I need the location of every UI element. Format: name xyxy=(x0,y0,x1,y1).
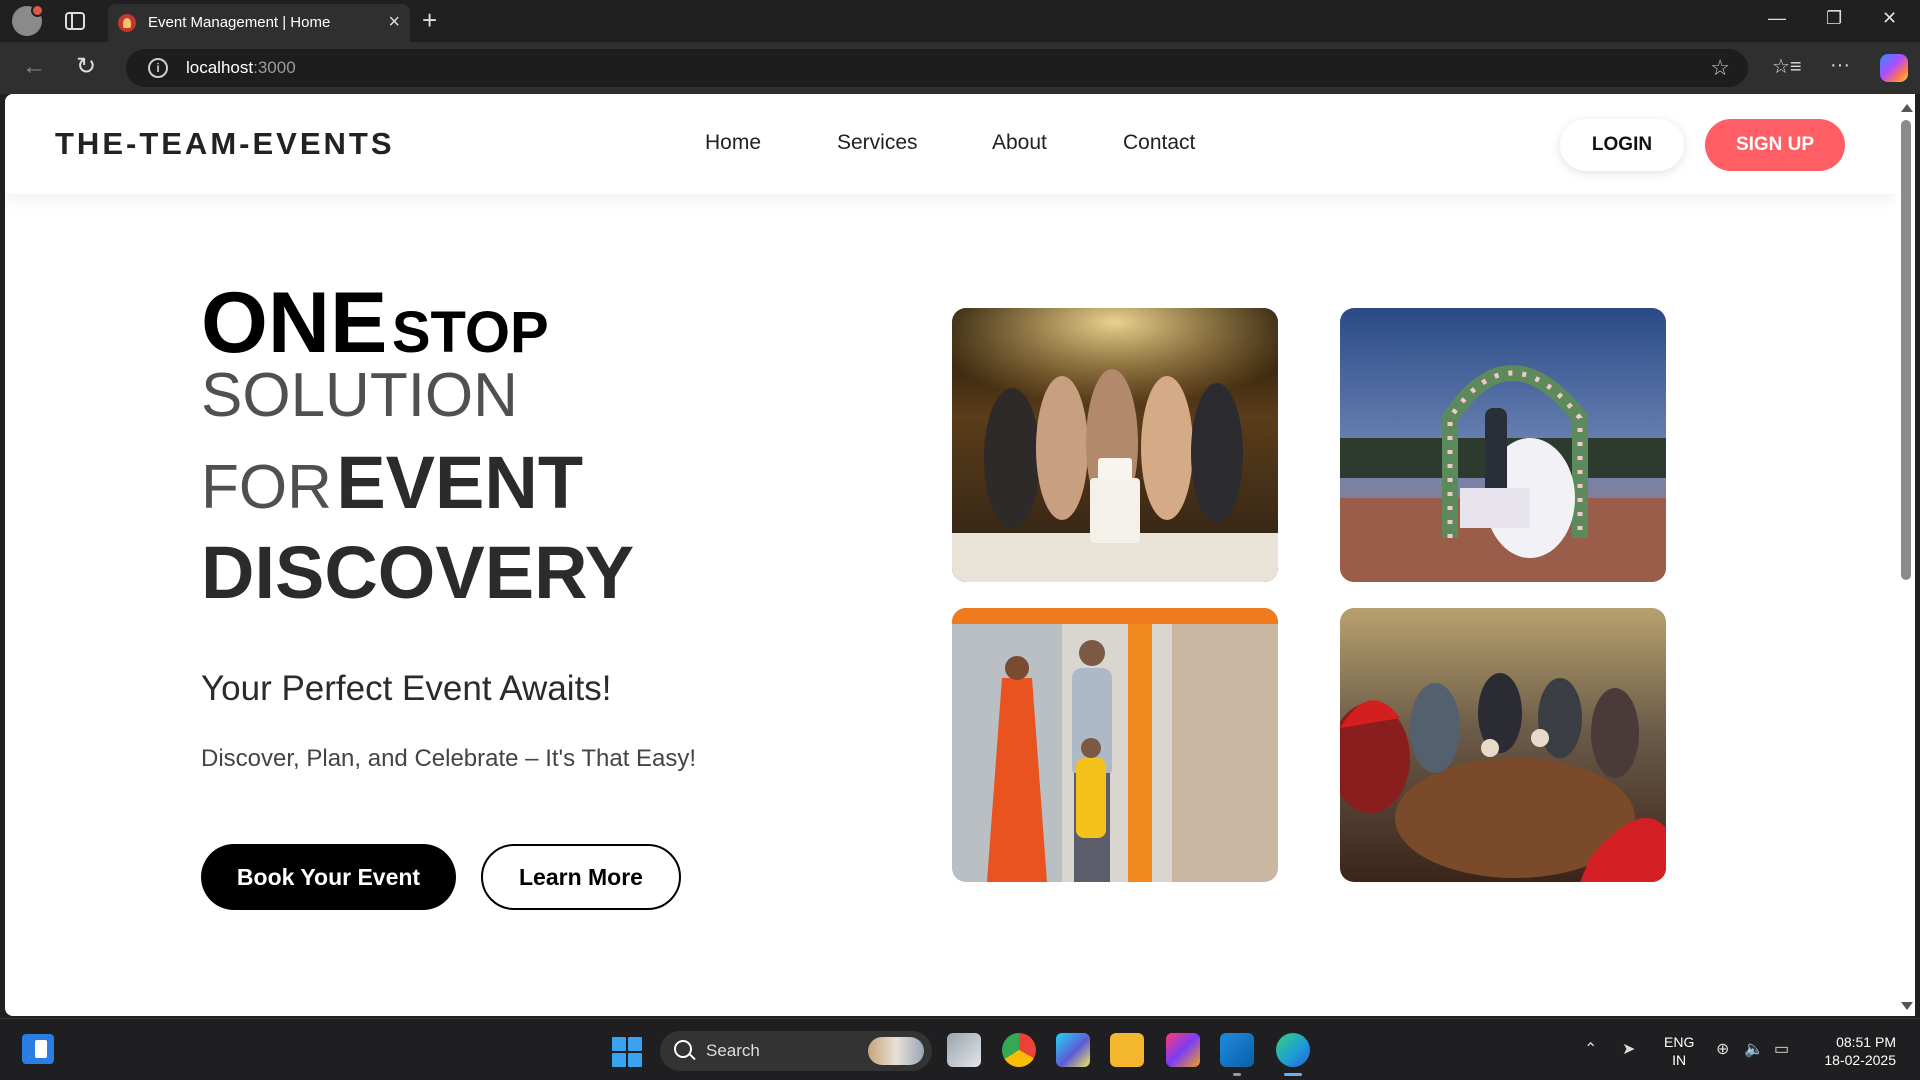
region-code: IN xyxy=(1672,1052,1687,1068)
nav-home[interactable]: Home xyxy=(705,131,761,155)
site-logo[interactable]: THE-TEAM-EVENTS xyxy=(55,126,395,162)
headline-event: EVENT xyxy=(336,441,584,524)
nav-services[interactable]: Services xyxy=(837,131,918,155)
book-event-button[interactable]: Book Your Event xyxy=(201,844,456,910)
site-navbar: THE-TEAM-EVENTS Home Services About Cont… xyxy=(5,94,1897,194)
close-tab-icon[interactable]: × xyxy=(388,10,400,34)
chrome-icon[interactable] xyxy=(1002,1033,1036,1067)
scroll-thumb[interactable] xyxy=(1901,120,1911,580)
tray-overflow-icon[interactable]: ⌃ xyxy=(1584,1039,1597,1059)
family-festival-photo xyxy=(952,608,1278,882)
network-icon[interactable]: ⊕ xyxy=(1716,1039,1729,1059)
page-scrollbar[interactable] xyxy=(1897,94,1915,1016)
nav-contact[interactable]: Contact xyxy=(1123,131,1195,155)
address-toolbar: ← ↻ i localhost:3000 ☆ ☆≡ ··· xyxy=(0,42,1920,94)
file-explorer-icon[interactable] xyxy=(1110,1033,1144,1067)
edge-icon[interactable] xyxy=(1276,1033,1310,1076)
nav-about[interactable]: About xyxy=(992,131,1047,155)
close-window-icon[interactable]: ✕ xyxy=(1882,8,1897,29)
site-info-icon[interactable]: i xyxy=(148,58,168,78)
more-menu-icon[interactable]: ··· xyxy=(1830,54,1850,77)
page-viewport: THE-TEAM-EVENTS Home Services About Cont… xyxy=(5,94,1897,1016)
christmas-dinner-photo xyxy=(1340,608,1666,882)
hero-subline: Discover, Plan, and Celebrate – It's Tha… xyxy=(201,745,697,772)
webstorm-icon[interactable] xyxy=(1056,1033,1090,1067)
search-highlight-icon xyxy=(868,1037,924,1065)
new-tab-icon[interactable]: + xyxy=(422,6,437,34)
widgets-icon[interactable] xyxy=(22,1034,54,1064)
login-button[interactable]: LOGIN xyxy=(1560,119,1684,171)
headline-for: FOR xyxy=(201,453,332,522)
clock-time: 08:51 PM xyxy=(1836,1034,1896,1050)
active-tab[interactable]: Event Management | Home × xyxy=(108,4,410,42)
windows-taskbar: Search ⌃ ➤ ENG IN ⊕ 🔈 ▭ 08:51 PM 18-02-2… xyxy=(0,1018,1920,1080)
tab-actions-icon[interactable] xyxy=(64,10,86,32)
url-port: :3000 xyxy=(253,58,296,77)
favorite-star-icon[interactable]: ☆ xyxy=(1710,55,1730,81)
language-indicator[interactable]: ENG IN xyxy=(1664,1033,1694,1069)
url-text[interactable]: localhost:3000 xyxy=(186,58,296,78)
birthday-party-photo xyxy=(952,308,1278,582)
refresh-icon[interactable]: ↻ xyxy=(76,54,96,80)
search-icon xyxy=(674,1040,692,1058)
taskbar-search-label: Search xyxy=(706,1041,760,1060)
headline-one: ONE xyxy=(201,275,388,371)
clock-date: 18-02-2025 xyxy=(1824,1052,1896,1068)
volume-icon[interactable]: 🔈 xyxy=(1744,1039,1764,1059)
hero-tagline: Your Perfect Event Awaits! xyxy=(201,669,612,708)
headline-discovery: DISCOVERY xyxy=(201,531,635,614)
signup-button[interactable]: SIGN UP xyxy=(1705,119,1845,171)
start-menu-icon[interactable] xyxy=(612,1037,642,1067)
taskbar-search[interactable]: Search xyxy=(660,1031,932,1071)
restore-icon[interactable]: ❐ xyxy=(1826,8,1842,29)
task-view-icon[interactable] xyxy=(947,1033,981,1067)
system-clock[interactable]: 08:51 PM 18-02-2025 xyxy=(1816,1033,1896,1069)
intellij-icon[interactable] xyxy=(1166,1033,1200,1067)
favorites-list-icon[interactable]: ☆≡ xyxy=(1772,54,1802,79)
learn-more-button[interactable]: Learn More xyxy=(481,844,681,910)
profile-avatar-icon[interactable] xyxy=(12,4,44,36)
browser-tab-bar: Event Management | Home × + — ❐ ✕ xyxy=(0,0,1920,42)
language-code: ENG xyxy=(1664,1034,1695,1050)
url-host: localhost xyxy=(186,58,254,77)
copilot-icon[interactable] xyxy=(1880,54,1908,82)
minimize-icon[interactable]: — xyxy=(1768,8,1786,29)
back-arrow-icon[interactable]: ← xyxy=(22,54,46,80)
scroll-down-arrow-icon[interactable] xyxy=(1901,1002,1913,1010)
address-bar[interactable]: i localhost:3000 ☆ xyxy=(126,49,1748,87)
tab-favicon-icon xyxy=(118,14,136,32)
headline-solution: SOLUTION xyxy=(201,361,518,430)
wedding-ceremony-photo xyxy=(1340,308,1666,582)
scroll-up-arrow-icon[interactable] xyxy=(1901,104,1913,112)
location-icon[interactable]: ➤ xyxy=(1622,1039,1635,1059)
headline-stop: STOP xyxy=(391,300,549,365)
tab-title: Event Management | Home xyxy=(148,14,331,31)
battery-icon[interactable]: ▭ xyxy=(1774,1039,1789,1059)
vscode-icon[interactable] xyxy=(1220,1033,1254,1076)
